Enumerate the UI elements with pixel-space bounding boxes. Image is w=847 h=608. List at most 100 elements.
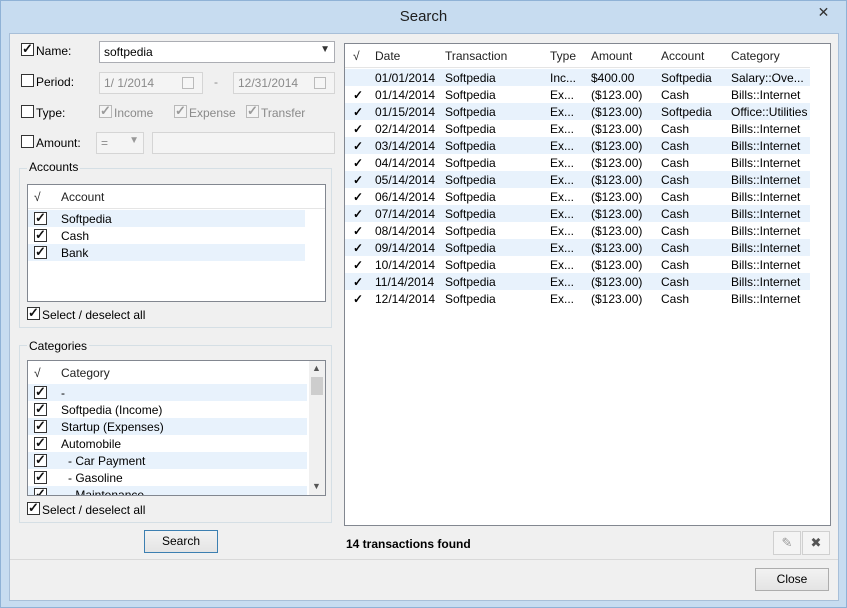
list-item[interactable]: Bank xyxy=(28,244,305,261)
row-check-icon[interactable]: ✓ xyxy=(353,88,363,102)
category-checkbox[interactable] xyxy=(34,384,47,400)
row-check-icon[interactable]: ✓ xyxy=(353,122,363,136)
categories-select-all-checkbox[interactable] xyxy=(27,500,40,516)
period-filter-checkbox[interactable] xyxy=(21,74,34,87)
list-item[interactable]: Automobile xyxy=(28,435,307,452)
results-transaction-column[interactable]: Transaction xyxy=(445,49,507,63)
list-item[interactable]: - Car Payment xyxy=(28,452,307,469)
list-item[interactable]: - Maintenance xyxy=(28,486,307,495)
category-checkbox[interactable] xyxy=(34,401,47,417)
account-checkbox[interactable] xyxy=(34,227,47,243)
chevron-up-icon[interactable]: ▲ xyxy=(312,363,321,373)
table-row[interactable]: ✓ 09/14/2014 Softpedia Ex... ($123.00) Cash Bi… xyxy=(345,239,810,256)
accounts-check-column[interactable]: √ xyxy=(34,190,41,204)
category-checkbox[interactable] xyxy=(34,452,47,468)
accounts-name-column[interactable]: Account xyxy=(61,190,104,204)
amount-operator-select[interactable]: = ▼ xyxy=(96,132,144,154)
chevron-down-icon[interactable]: ▼ xyxy=(312,481,321,491)
account-checkbox[interactable] xyxy=(34,210,47,226)
results-type-column[interactable]: Type xyxy=(550,49,576,63)
name-input[interactable]: softpedia ▼ xyxy=(99,41,335,63)
table-row[interactable]: ✓ 01/15/2014 Softpedia Ex... ($123.00) Softpe… xyxy=(345,103,810,120)
table-cell: Bills::Internet xyxy=(731,258,801,272)
table-row[interactable]: ✓ 11/14/2014 Softpedia Ex... ($123.00) Cash Bi… xyxy=(345,273,810,290)
table-cell: Bills::Internet xyxy=(731,275,801,289)
table-row[interactable]: ✓ 12/14/2014 Softpedia Ex... ($123.00) Cash Bi… xyxy=(345,290,810,307)
table-row[interactable]: ✓ 05/14/2014 Softpedia Ex... ($123.00) Cash Bi… xyxy=(345,171,810,188)
table-cell: Softpedia xyxy=(445,139,496,153)
table-row[interactable]: ✓ 02/14/2014 Softpedia Ex... ($123.00) Cash Bi… xyxy=(345,120,810,137)
list-item[interactable]: Startup (Expenses) xyxy=(28,418,307,435)
list-item[interactable]: - Gasoline xyxy=(28,469,307,486)
row-check-icon[interactable]: ✓ xyxy=(353,241,363,255)
type-filter-checkbox[interactable] xyxy=(21,105,34,118)
row-check-icon[interactable]: ✓ xyxy=(353,139,363,153)
categories-scroll-thumb[interactable] xyxy=(311,377,323,395)
category-checkbox[interactable] xyxy=(34,435,47,451)
row-check-icon[interactable]: ✓ xyxy=(353,105,363,119)
chevron-down-icon[interactable]: ▼ xyxy=(129,135,139,146)
results-check-column[interactable]: √ xyxy=(353,49,360,63)
period-from-input[interactable]: 1/ 1/2014 xyxy=(99,72,203,94)
list-item[interactable]: Softpedia (Income) xyxy=(28,401,307,418)
categories-check-column[interactable]: √ xyxy=(34,366,41,380)
period-to-input[interactable]: 12/31/2014 xyxy=(233,72,335,94)
close-button[interactable]: Close xyxy=(755,568,829,591)
table-row[interactable]: ✓ 01/14/2014 Softpedia Ex... ($123.00) Cash Bi… xyxy=(345,86,810,103)
amount-value-input[interactable] xyxy=(152,132,335,154)
table-cell: Cash xyxy=(661,258,690,272)
categories-scrollbar[interactable]: ▲ ▼ xyxy=(309,361,325,495)
table-row[interactable]: ✓ 10/14/2014 Softpedia Ex... ($123.00) Cash Bi… xyxy=(345,256,810,273)
table-row[interactable]: ✓ 03/14/2014 Softpedia Ex... ($123.00) Cash Bi… xyxy=(345,137,810,154)
type-expense-checkbox[interactable] xyxy=(174,103,187,119)
row-check-icon[interactable]: ✓ xyxy=(353,258,363,272)
table-row[interactable]: ✓ 07/14/2014 Softpedia Ex... ($123.00) Cash Bi… xyxy=(345,205,810,222)
results-category-column[interactable]: Category xyxy=(731,49,780,63)
table-cell: 07/14/2014 xyxy=(375,207,436,221)
table-cell: Cash xyxy=(661,292,690,306)
row-check-icon[interactable]: ✓ xyxy=(353,207,363,221)
list-item[interactable]: Cash xyxy=(28,227,305,244)
calendar-icon[interactable] xyxy=(182,77,194,89)
chevron-down-icon[interactable]: ▼ xyxy=(320,44,330,55)
amount-filter-checkbox[interactable] xyxy=(21,135,34,148)
category-name: Softpedia (Income) xyxy=(61,403,163,417)
table-row[interactable]: ✓ 04/14/2014 Softpedia Ex... ($123.00) Cash Bi… xyxy=(345,154,810,171)
category-checkbox[interactable] xyxy=(34,486,47,495)
row-check-icon[interactable]: ✓ xyxy=(353,275,363,289)
edit-button[interactable]: ✎ xyxy=(773,531,801,555)
category-checkbox[interactable] xyxy=(34,418,47,434)
category-checkbox[interactable] xyxy=(34,469,47,485)
calendar-icon[interactable] xyxy=(314,77,326,89)
table-cell: Ex... xyxy=(550,139,575,153)
type-transfer-label: Transfer xyxy=(261,106,306,120)
type-transfer-checkbox[interactable] xyxy=(246,103,259,119)
delete-button[interactable]: ✖ xyxy=(802,531,830,555)
account-name: Softpedia xyxy=(61,212,112,226)
categories-name-column[interactable]: Category xyxy=(61,366,110,380)
results-account-column[interactable]: Account xyxy=(661,49,704,63)
table-row[interactable]: ✓ 06/14/2014 Softpedia Ex... ($123.00) Cash Bi… xyxy=(345,188,810,205)
account-checkbox[interactable] xyxy=(34,244,47,260)
table-row[interactable]: 01/01/2014 Softpedia Inc... $400.00 Softpedi… xyxy=(345,69,810,86)
period-separator: - xyxy=(214,75,218,89)
accounts-list: √ Account Softpedia Cash Bank xyxy=(27,184,326,302)
type-income-checkbox[interactable] xyxy=(99,103,112,119)
results-amount-column[interactable]: Amount xyxy=(591,49,632,63)
row-check-icon[interactable]: ✓ xyxy=(353,173,363,187)
name-filter-checkbox[interactable] xyxy=(21,41,34,57)
window-close-button[interactable]: ✕ xyxy=(801,1,846,23)
table-row[interactable]: ✓ 08/14/2014 Softpedia Ex... ($123.00) Cash Bi… xyxy=(345,222,810,239)
list-item[interactable]: - xyxy=(28,384,307,401)
row-check-icon[interactable]: ✓ xyxy=(353,190,363,204)
results-date-column[interactable]: Date xyxy=(375,49,400,63)
row-check-icon[interactable]: ✓ xyxy=(353,156,363,170)
list-item[interactable]: Softpedia xyxy=(28,210,305,227)
table-cell: 10/14/2014 xyxy=(375,258,436,272)
row-check-icon[interactable]: ✓ xyxy=(353,224,363,238)
table-cell: Ex... xyxy=(550,122,575,136)
accounts-select-all-checkbox[interactable] xyxy=(27,305,40,321)
row-check-icon[interactable]: ✓ xyxy=(353,292,363,306)
table-cell: Softpedia xyxy=(445,275,496,289)
search-button[interactable]: Search xyxy=(144,530,218,553)
